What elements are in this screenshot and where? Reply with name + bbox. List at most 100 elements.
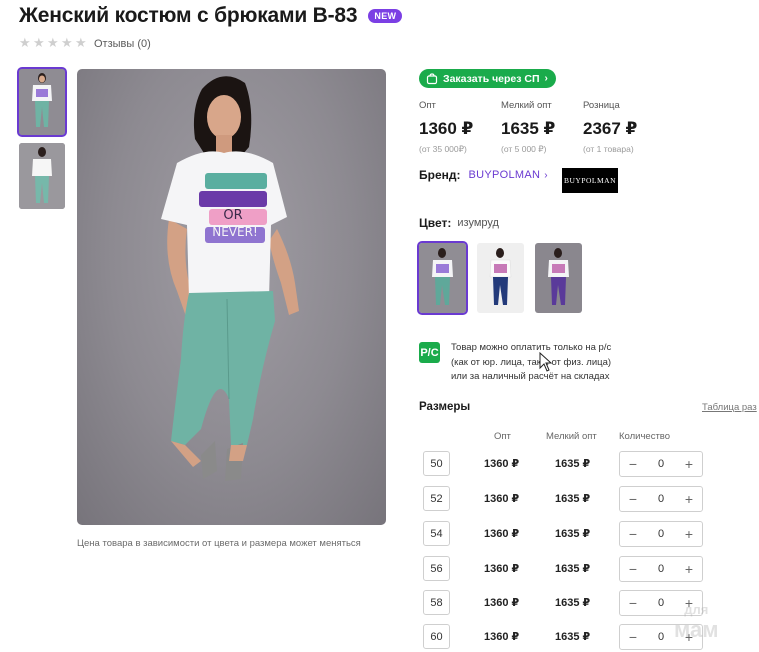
size-price-opt: 1360 ₽: [484, 528, 520, 540]
price-value: 1635 ₽: [501, 119, 556, 138]
plus-icon[interactable]: +: [683, 527, 695, 541]
star-icon: ★: [47, 36, 59, 51]
price-condition: (от 35 000₽): [419, 144, 467, 154]
payment-line: Товар можно оплатить только на р/с: [451, 342, 612, 353]
brand-link[interactable]: BUYPOLMAN: [469, 169, 541, 181]
column-header-quantity: Количество: [619, 431, 671, 442]
thumbnail-1[interactable]: [17, 67, 67, 137]
size-value: 52: [423, 486, 450, 511]
payment-line: или за наличный расчёт на складах: [451, 371, 610, 382]
reviews-link[interactable]: Отзывы (0): [94, 38, 151, 50]
cart-icon: [426, 72, 438, 84]
price-label: Розница: [583, 100, 620, 111]
price-label: Опт: [419, 100, 436, 111]
size-value: 56: [423, 556, 450, 581]
size-table-link[interactable]: Таблица раз: [702, 402, 757, 413]
title-row: Женский костюм с брюками В-83 NEW: [19, 4, 403, 28]
color-swatch-purple[interactable]: [535, 243, 582, 313]
rating-row: ★ ★ ★ ★ ★ Отзывы (0): [19, 37, 151, 50]
size-price-small-opt: 1635 ₽: [555, 458, 591, 470]
watermark-bottom: мам: [674, 617, 719, 642]
sizes-title: Размеры: [419, 401, 471, 413]
rating-stars[interactable]: ★ ★ ★ ★ ★: [19, 37, 88, 50]
price-note: Цена товара в зависимости от цвета и раз…: [77, 538, 361, 549]
color-value: изумруд: [457, 217, 499, 229]
payment-text: Товар можно оплатить только на р/с (как …: [451, 341, 611, 385]
color-label: Цвет:: [419, 216, 452, 230]
quantity-value[interactable]: 0: [658, 458, 664, 470]
quantity-value[interactable]: 0: [658, 563, 664, 575]
order-via-sp-label: Заказать через СП: [443, 72, 540, 85]
price-label: Мелкий опт: [501, 100, 552, 111]
price-condition: (от 1 товара): [583, 144, 634, 154]
size-value: 50: [423, 451, 450, 476]
quantity-stepper: − 0 +: [619, 486, 703, 512]
quantity-value[interactable]: 0: [658, 631, 664, 643]
minus-icon[interactable]: −: [627, 630, 639, 644]
model-illustration: OR NEVER!: [161, 76, 299, 481]
minus-icon[interactable]: −: [627, 596, 639, 610]
order-via-sp-button[interactable]: Заказать через СП ›: [419, 69, 556, 88]
price-wholesale: Опт 1360 ₽ (от 35 000₽): [419, 100, 501, 155]
quantity-value[interactable]: 0: [658, 528, 664, 540]
payment-account-icon: P/C: [419, 342, 440, 363]
star-icon: ★: [33, 36, 45, 51]
minus-icon[interactable]: −: [627, 457, 639, 471]
color-row: Цвет: изумруд: [419, 216, 499, 230]
payment-info: P/C Товар можно оплатить только на р/с (…: [419, 341, 611, 385]
brand-logo[interactable]: BUYPOLMAN: [562, 168, 618, 193]
color-swatch-emerald[interactable]: [417, 241, 468, 315]
plus-icon[interactable]: +: [683, 457, 695, 471]
size-price-opt: 1360 ₽: [484, 631, 520, 643]
size-row: 54 1360 ₽ 1635 ₽ − 0 +: [423, 521, 713, 549]
quantity-value[interactable]: 0: [658, 597, 664, 609]
column-header-small-opt: Мелкий опт: [546, 431, 597, 442]
size-price-opt: 1360 ₽: [484, 597, 520, 609]
size-row: 60 1360 ₽ 1635 ₽ − 0 +: [423, 624, 713, 652]
quantity-stepper: − 0 +: [619, 556, 703, 582]
minus-icon[interactable]: −: [627, 492, 639, 506]
column-header-opt: Опт: [494, 431, 511, 442]
model-photo-icon: [19, 143, 65, 209]
star-icon: ★: [19, 36, 31, 51]
shirt-print-text: NEVER!: [212, 225, 258, 239]
quantity-stepper: − 0 +: [619, 451, 703, 477]
quantity-stepper: − 0 +: [619, 521, 703, 547]
watermark: для мам: [674, 600, 719, 642]
size-row: 58 1360 ₽ 1635 ₽ − 0 +: [423, 590, 713, 618]
model-photo-icon: [535, 243, 582, 313]
model-photo-icon: [477, 243, 524, 313]
color-swatches: [417, 241, 582, 315]
payment-line: (как от юр. лица, так и от физ. лица): [451, 356, 612, 368]
size-price-opt: 1360 ₽: [484, 458, 520, 470]
size-price-small-opt: 1635 ₽: [555, 563, 591, 575]
price-condition: (от 5 000 ₽): [501, 144, 547, 154]
thumbnail-2[interactable]: [19, 143, 65, 209]
size-row: 52 1360 ₽ 1635 ₽ − 0 +: [423, 486, 713, 514]
star-icon: ★: [61, 36, 73, 51]
plus-icon[interactable]: +: [683, 562, 695, 576]
shirt-print-text: OR: [223, 208, 242, 223]
price-value: 1360 ₽: [419, 119, 474, 138]
plus-icon[interactable]: +: [683, 492, 695, 506]
minus-icon[interactable]: −: [627, 527, 639, 541]
size-price-small-opt: 1635 ₽: [555, 597, 591, 609]
main-photo[interactable]: OR NEVER!: [77, 69, 386, 525]
price-value: 2367 ₽: [583, 119, 638, 138]
size-row: 50 1360 ₽ 1635 ₽ − 0 +: [423, 451, 713, 479]
color-swatch-navy[interactable]: [477, 243, 524, 313]
chevron-right-icon: ›: [544, 169, 548, 181]
size-row: 56 1360 ₽ 1635 ₽ − 0 +: [423, 556, 713, 584]
price-retail: Розница 2367 ₽ (от 1 товара): [583, 100, 665, 155]
size-price-opt: 1360 ₽: [484, 563, 520, 575]
price-block: Опт 1360 ₽ (от 35 000₽) Мелкий опт 1635 …: [419, 100, 665, 155]
model-photo-icon: [19, 69, 65, 135]
brand-row: Бренд: BUYPOLMAN › BUYPOLMAN: [419, 168, 618, 193]
page-title: Женский костюм с брюками В-83: [19, 4, 358, 27]
size-value: 60: [423, 624, 450, 649]
brand-label: Бренд:: [419, 168, 461, 182]
size-price-small-opt: 1635 ₽: [555, 493, 591, 505]
quantity-value[interactable]: 0: [658, 493, 664, 505]
model-photo-icon: [419, 243, 466, 313]
minus-icon[interactable]: −: [627, 562, 639, 576]
